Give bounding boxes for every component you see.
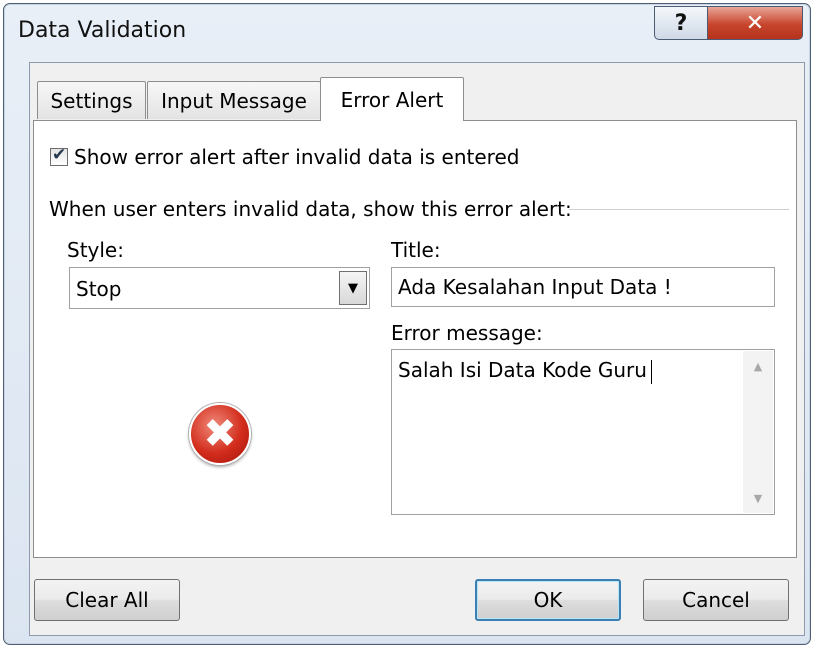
error-message-textarea[interactable]: Salah Isi Data Kode Guru ▲ ▼ — [391, 349, 775, 515]
clear-all-label: Clear All — [65, 588, 149, 612]
scroll-down-icon[interactable]: ▼ — [743, 487, 773, 509]
title-label: Title: — [391, 238, 441, 262]
ok-button[interactable]: OK — [475, 579, 621, 621]
tab-error-alert-label: Error Alert — [340, 87, 444, 112]
dialog-client: Settings Input Message Error Alert Show … — [29, 62, 805, 636]
tab-settings[interactable]: Settings — [37, 81, 146, 119]
tab-input-message-label: Input Message — [161, 88, 307, 113]
error-message-text: Salah Isi Data Kode Guru — [398, 358, 652, 384]
dropdown-arrow-icon[interactable]: ▼ — [339, 271, 367, 305]
title-input-value: Ada Kesalahan Input Data ! — [398, 275, 672, 299]
tab-settings-label: Settings — [50, 88, 133, 113]
help-button[interactable]: ? — [654, 6, 708, 40]
show-error-alert-checkbox[interactable] — [50, 145, 68, 166]
show-error-alert-label: Show error alert after invalid data is e… — [74, 145, 520, 169]
tab-error-alert[interactable]: Error Alert — [320, 77, 464, 121]
ok-label: OK — [533, 588, 563, 612]
close-icon: ✕ — [745, 10, 765, 36]
stop-error-icon: ✖ — [189, 403, 251, 465]
alert-group-label: When user enters invalid data, show this… — [49, 197, 572, 221]
tab-input-message[interactable]: Input Message — [147, 81, 321, 119]
cancel-button[interactable]: Cancel — [643, 579, 789, 621]
help-icon: ? — [674, 10, 688, 36]
close-button[interactable]: ✕ — [707, 6, 803, 40]
error-alert-panel: Show error alert after invalid data is e… — [33, 120, 797, 558]
cancel-label: Cancel — [682, 588, 750, 612]
window-title: Data Validation — [18, 18, 187, 43]
show-error-alert-option[interactable]: Show error alert after invalid data is e… — [50, 145, 519, 169]
clear-all-button[interactable]: Clear All — [34, 579, 180, 621]
group-divider — [569, 209, 789, 210]
title-input[interactable]: Ada Kesalahan Input Data ! — [391, 267, 775, 307]
style-label: Style: — [67, 238, 124, 262]
error-message-label: Error message: — [391, 321, 543, 345]
scroll-up-icon[interactable]: ▲ — [743, 355, 773, 377]
data-validation-dialog: Data Validation ? ✕ Settings Input Messa… — [3, 3, 811, 645]
style-selected-value: Stop — [76, 277, 122, 301]
style-dropdown[interactable]: Stop ▼ — [69, 267, 370, 309]
message-scrollbar[interactable]: ▲ ▼ — [743, 351, 773, 513]
text-caret — [650, 359, 652, 384]
